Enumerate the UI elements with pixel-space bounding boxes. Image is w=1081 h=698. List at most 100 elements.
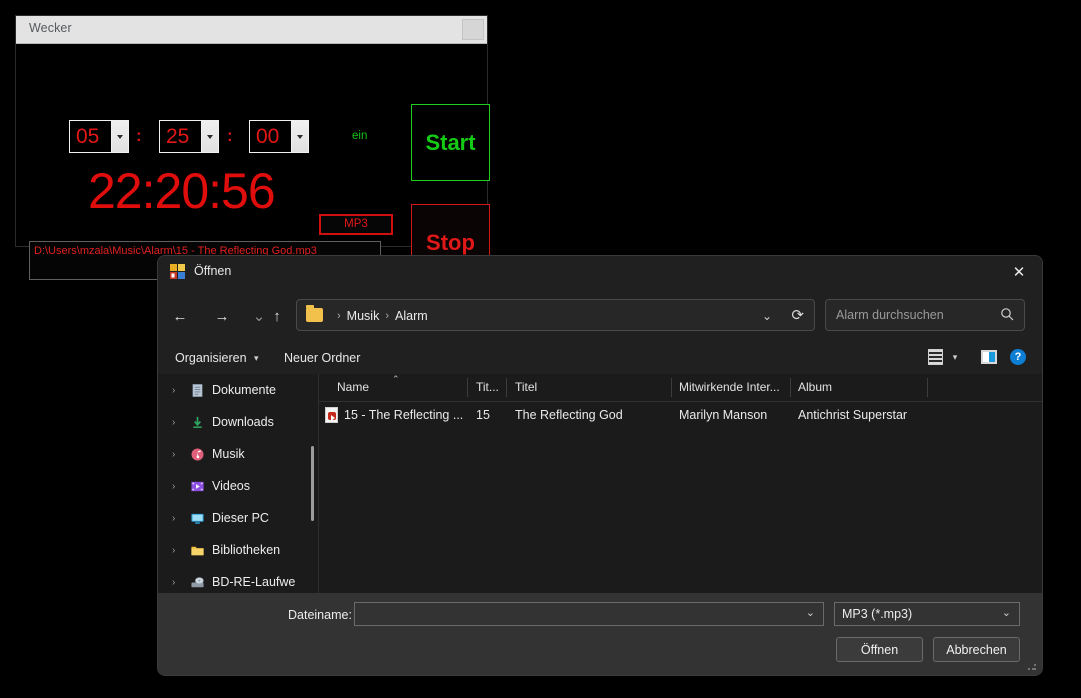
tree-item-downloads[interactable]: › Downloads <box>158 406 318 438</box>
tree-item-label: Bibliotheken <box>212 543 281 557</box>
bd-re-drive-icon <box>190 575 212 590</box>
cell-title: The Reflecting God <box>515 408 623 422</box>
breadcrumb-item-alarm[interactable]: Alarm <box>395 309 428 323</box>
tree-item-label: Musik <box>212 447 245 461</box>
videos-icon <box>190 479 212 494</box>
column-separator[interactable] <box>467 378 468 397</box>
hours-stepper[interactable]: 05 <box>69 120 129 153</box>
seconds-value[interactable]: 00 <box>249 120 292 153</box>
tree-scrollbar[interactable] <box>311 446 314 521</box>
minutes-stepper[interactable]: 25 <box>159 120 219 153</box>
search-input[interactable]: Alarm durchsuchen <box>836 308 944 322</box>
refresh-icon[interactable]: ⟳ <box>791 306 804 324</box>
minutes-dropdown-icon[interactable] <box>202 120 219 153</box>
chevron-right-icon[interactable]: › <box>172 545 190 556</box>
column-header-track[interactable]: Tit... <box>476 380 499 394</box>
mp3-file-icon <box>325 407 338 423</box>
column-header-title[interactable]: Titel <box>515 380 537 394</box>
column-separator[interactable] <box>790 378 791 397</box>
folder-icon <box>306 305 323 322</box>
dialog-footer: Dateiname: ⌄ MP3 (*.mp3) ⌄ Öffnen Abbrec… <box>158 593 1042 675</box>
filetype-select[interactable]: MP3 (*.mp3) ⌄ <box>834 602 1020 626</box>
file-list-pane: Name ⌃ Tit... Titel Mitwirkende Inter...… <box>319 374 1042 595</box>
organize-button[interactable]: Organisieren <box>175 346 247 370</box>
chevron-right-icon[interactable]: › <box>172 481 190 492</box>
tree-item-videos[interactable]: › Videos <box>158 470 318 502</box>
tree-item-label: Dokumente <box>212 383 276 397</box>
filetype-value: MP3 (*.mp3) <box>842 607 913 621</box>
column-separator[interactable] <box>671 378 672 397</box>
breadcrumb: › Musik › Alarm <box>331 308 428 324</box>
alarm-clock-window: Wecker 05 : 25 : 00 ein 22:20:56 MP3 D:\… <box>15 15 490 282</box>
new-folder-button[interactable]: Neuer Ordner <box>284 346 360 370</box>
filename-input[interactable]: ⌄ <box>354 602 824 626</box>
back-icon[interactable]: ← <box>166 302 194 330</box>
forward-icon[interactable]: → <box>208 302 236 330</box>
minutes-value[interactable]: 25 <box>159 120 202 153</box>
cancel-button[interactable]: Abbrechen <box>933 637 1020 662</box>
this-pc-icon <box>190 511 212 526</box>
hours-dropdown-icon[interactable] <box>112 120 129 153</box>
tree-item-label: Videos <box>212 479 250 493</box>
current-time-display: 22:20:56 <box>88 163 276 219</box>
open-file-dialog: Öffnen ✕ ← → ⌄ ↑ › Musik › Alarm ⌄ ⟳ Ala… <box>157 255 1043 676</box>
table-row[interactable]: 15 - The Reflecting ... 15 The Reflectin… <box>319 402 1042 430</box>
cell-name: 15 - The Reflecting ... <box>344 408 464 422</box>
start-button[interactable]: Start <box>411 104 490 181</box>
documents-icon <box>190 383 212 398</box>
search-box[interactable]: Alarm durchsuchen <box>825 299 1025 331</box>
chevron-right-icon[interactable]: › <box>172 417 190 428</box>
tree-item-dokumente[interactable]: › Dokumente <box>158 374 318 406</box>
resize-grip[interactable] <box>1027 661 1037 671</box>
address-dropdown-icon[interactable]: ⌄ <box>762 309 772 323</box>
up-icon[interactable]: ↑ <box>263 302 291 330</box>
breadcrumb-separator-0: › <box>337 310 341 322</box>
tree-item-musik[interactable]: › Musik <box>158 438 318 470</box>
chevron-right-icon[interactable]: › <box>172 449 190 460</box>
breadcrumb-item-musik[interactable]: Musik <box>347 309 380 323</box>
tree-item-bd-re-laufwerk[interactable]: › BD-RE-Laufwe <box>158 566 318 595</box>
tree-item-bibliotheken[interactable]: › Bibliotheken <box>158 534 318 566</box>
view-chevron-down-icon[interactable]: ▾ <box>942 345 968 369</box>
organize-chevron-down-icon[interactable]: ▾ <box>254 346 259 370</box>
open-button[interactable]: Öffnen <box>836 637 923 662</box>
tree-item-label: BD-RE-Laufwe <box>212 575 296 589</box>
column-header-album[interactable]: Album <box>798 380 832 394</box>
alarm-window-body: 05 : 25 : 00 ein 22:20:56 MP3 D:\Users\m… <box>16 44 490 282</box>
tree-item-dieser-pc[interactable]: › Dieser PC <box>158 502 318 534</box>
column-separator[interactable] <box>506 378 507 397</box>
filetype-chevron-down-icon[interactable]: ⌄ <box>1002 606 1011 619</box>
dialog-content: › Dokumente › Downloads › Musik › Videos… <box>158 374 1042 595</box>
downloads-icon <box>190 415 212 430</box>
chevron-right-icon[interactable]: › <box>172 513 190 524</box>
mp3-select-button[interactable]: MP3 <box>319 214 393 235</box>
dialog-titlebar[interactable]: Öffnen ✕ <box>158 256 1042 288</box>
time-colon-1: : <box>136 126 142 145</box>
alarm-window-title: Wecker <box>29 21 72 35</box>
filename-chevron-down-icon[interactable]: ⌄ <box>806 606 815 619</box>
sort-ascending-icon: ⌃ <box>392 374 400 384</box>
address-bar[interactable]: › Musik › Alarm ⌄ ⟳ <box>296 299 815 331</box>
navigation-tree[interactable]: › Dokumente › Downloads › Musik › Videos… <box>158 374 319 595</box>
seconds-dropdown-icon[interactable] <box>292 120 309 153</box>
help-icon[interactable]: ? <box>1005 345 1031 369</box>
command-toolbar: Organisieren ▾ Neuer Ordner ▾ ? <box>158 342 1042 374</box>
breadcrumb-separator-1: › <box>385 310 389 322</box>
tree-item-label: Downloads <box>212 415 274 429</box>
close-icon[interactable]: ✕ <box>996 256 1042 288</box>
preview-pane-icon[interactable] <box>976 345 1002 369</box>
hours-value[interactable]: 05 <box>69 120 112 153</box>
cell-track: 15 <box>476 408 490 422</box>
column-header-artist[interactable]: Mitwirkende Inter... <box>679 380 780 394</box>
time-colon-2: : <box>227 126 233 145</box>
chevron-right-icon[interactable]: › <box>172 385 190 396</box>
alarm-window-system-button[interactable] <box>462 19 484 40</box>
seconds-stepper[interactable]: 00 <box>249 120 309 153</box>
chevron-right-icon[interactable]: › <box>172 577 190 588</box>
filename-label: Dateiname: <box>288 608 352 622</box>
column-header-name[interactable]: Name <box>337 380 369 394</box>
column-headers: Name ⌃ Tit... Titel Mitwirkende Inter...… <box>319 374 1042 402</box>
cell-album: Antichrist Superstar <box>798 408 908 422</box>
alarm-window-titlebar[interactable]: Wecker <box>16 16 487 44</box>
column-separator[interactable] <box>927 378 928 397</box>
